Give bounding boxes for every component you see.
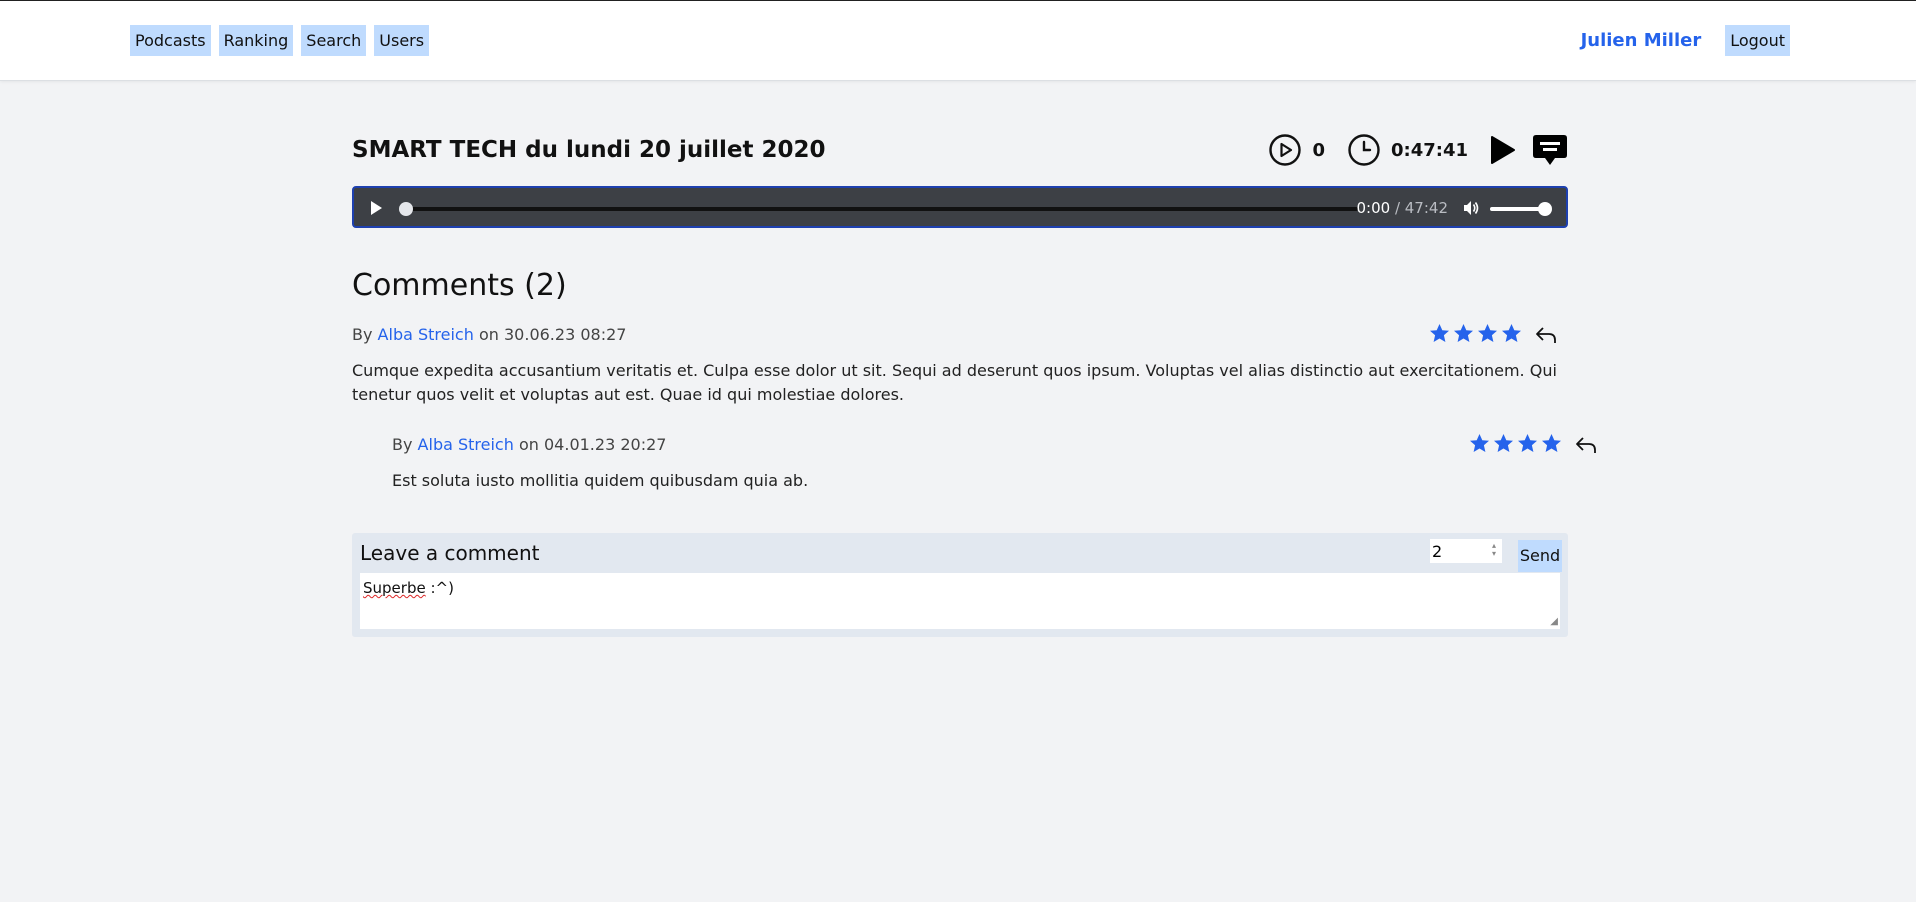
episode-title: SMART TECH du lundi 20 juillet 2020 [352, 137, 826, 163]
comments-title: Comments (2) [352, 268, 567, 303]
resize-handle-icon[interactable]: ◢ [1550, 616, 1558, 627]
star-icon [1430, 324, 1449, 342]
audio-progress-handle[interactable] [399, 202, 413, 216]
audio-current-time: 0:00 [1356, 199, 1391, 217]
main-nav: Podcasts Ranking Search Users [130, 25, 430, 56]
comment-on-label: on [478, 325, 499, 344]
episode-header: SMART TECH du lundi 20 juillet 2020 0 0:… [352, 130, 1568, 170]
star-icon [1478, 324, 1497, 342]
nav-search-button[interactable]: Search [301, 25, 367, 56]
comment-author-link[interactable]: Alba Streich [418, 435, 514, 454]
nav-users-button[interactable]: Users [374, 25, 430, 56]
comment-author-link[interactable]: Alba Streich [378, 325, 474, 344]
comment-date: 04.01.23 20:27 [544, 435, 667, 454]
comment-on-label: on [518, 435, 539, 454]
volume-handle[interactable] [1538, 202, 1552, 216]
comment-icon[interactable] [1532, 132, 1568, 168]
comment-textarea[interactable]: Superbe :^) ◢ [360, 573, 1560, 629]
reply-icon[interactable] [1534, 323, 1558, 347]
episode-duration: 0:47:41 [1390, 139, 1468, 161]
user-name-link[interactable]: Julien Miller [1581, 30, 1702, 51]
rating-spinner-icon[interactable]: ▴ ▾ [1492, 542, 1496, 558]
audio-time-separator: / [1390, 199, 1405, 217]
episode-page: SMART TECH du lundi 20 juillet 2020 0 0:… [352, 130, 1596, 637]
comment-meta: By Alba Streich on 04.01.23 20:27 [392, 433, 1568, 457]
play-count: 0 [1312, 139, 1325, 161]
send-button[interactable]: Send [1518, 540, 1562, 572]
comment-item: By Alba Streich on 30.06.23 08:27 Cumque… [352, 323, 1568, 407]
clock-icon [1348, 134, 1380, 166]
nav-ranking-button[interactable]: Ranking [218, 25, 294, 56]
nav-podcasts-button[interactable]: Podcasts [130, 25, 211, 56]
volume-icon[interactable] [1462, 199, 1480, 217]
reply-icon[interactable] [1574, 433, 1598, 457]
comment-text: Est soluta iusto mollitia quidem quibusd… [392, 471, 809, 490]
logout-button[interactable]: Logout [1725, 25, 1790, 56]
leave-comment-label: Leave a comment [360, 541, 540, 565]
top-navbar: Podcasts Ranking Search Users Julien Mil… [0, 1, 1916, 81]
star-icon [1518, 434, 1537, 452]
leave-comment-form: Leave a comment ▴▾ Send Superbe :^) ◢ [352, 533, 1568, 637]
comment-text: Cumque expedita accusantium veritatis et… [352, 361, 1557, 404]
comment-by-label: By [392, 435, 413, 454]
comment-date: 30.06.23 08:27 [504, 325, 627, 344]
play-count-icon [1269, 134, 1302, 166]
comment-meta: By Alba Streich on 30.06.23 08:27 [352, 323, 1568, 347]
star-icon [1542, 434, 1561, 452]
audio-player[interactable]: 0:00 / 47:42 [352, 186, 1568, 228]
audio-play-icon[interactable] [368, 200, 384, 216]
star-icon [1502, 324, 1521, 342]
audio-total-time: 47:42 [1404, 199, 1448, 217]
star-icon [1454, 324, 1473, 342]
user-area: Julien Miller Logout [1581, 25, 1790, 56]
episode-stats: 0 0:47:41 [1268, 130, 1568, 170]
star-icon [1494, 434, 1513, 452]
audio-time: 0:00 / 47:42 [1356, 199, 1448, 217]
comment-draft-rest: :^) [425, 579, 454, 597]
comment-draft-word: Superbe [363, 579, 426, 597]
audio-progress-track[interactable] [404, 207, 1358, 211]
play-episode-icon[interactable] [1484, 133, 1518, 167]
comment-reply-item: By Alba Streich on 04.01.23 20:27 Est so… [392, 433, 1596, 493]
comment-by-label: By [352, 325, 373, 344]
star-icon [1470, 434, 1489, 452]
comment-rating [1469, 433, 1562, 454]
comment-rating [1429, 323, 1522, 344]
